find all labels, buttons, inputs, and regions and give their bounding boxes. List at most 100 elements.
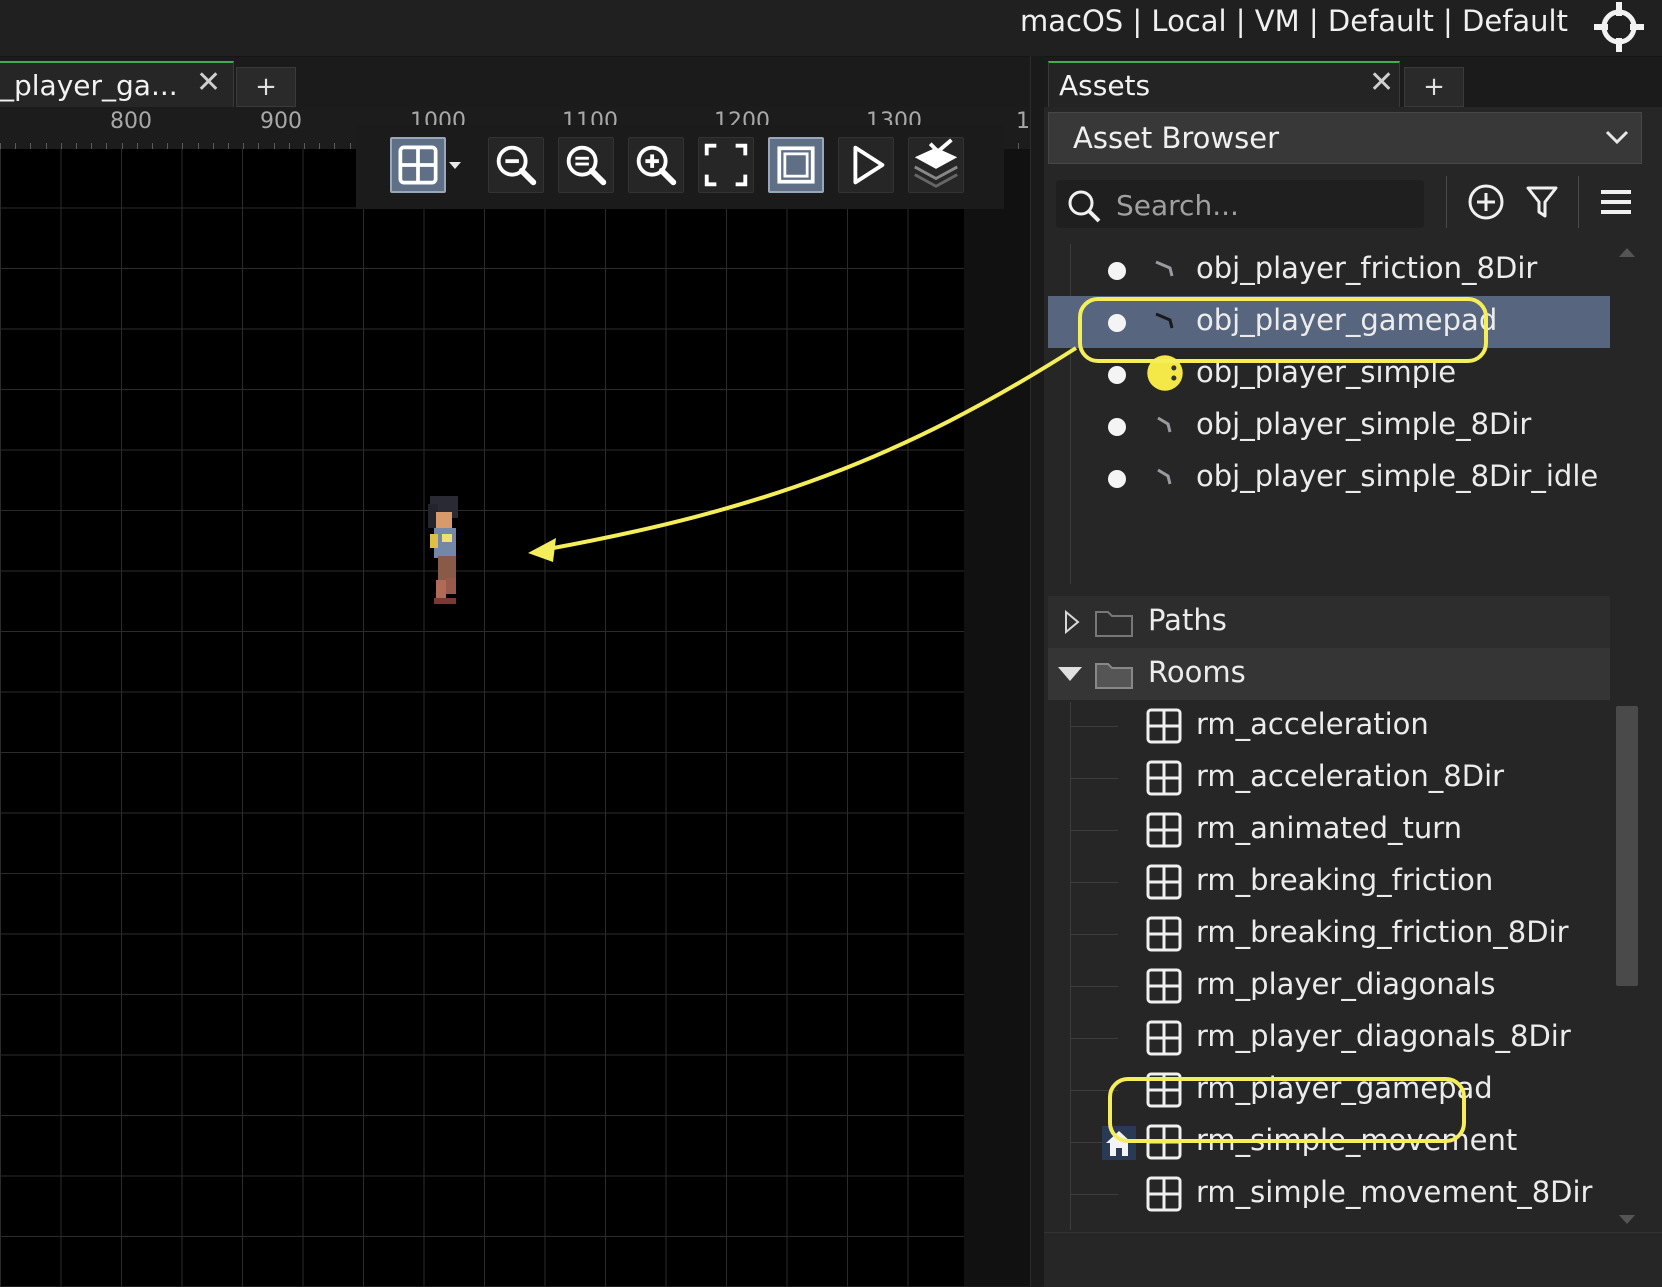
room-icon	[1146, 760, 1182, 796]
highlight-box	[1108, 1077, 1466, 1143]
fit-view-button[interactable]	[698, 137, 754, 193]
tree-item-label: rm_breaking_friction	[1196, 863, 1494, 897]
tree-folder-paths[interactable]: Paths	[1048, 596, 1610, 648]
tree-item-room[interactable]: rm_animated_turn	[1048, 804, 1610, 856]
tab-room-editor[interactable]: _player_ga... ✕	[0, 61, 234, 107]
sprite-thumbnail-icon	[1157, 416, 1172, 433]
tree-item-label: rm_player_diagonals_8Dir	[1196, 1019, 1571, 1053]
room-canvas[interactable]	[0, 149, 964, 1286]
folder-label: Rooms	[1148, 655, 1246, 689]
divider	[1578, 176, 1579, 228]
room-icon	[1146, 1020, 1182, 1056]
tree-guide	[1070, 1038, 1118, 1039]
sprite-thumbnail-icon	[1157, 468, 1172, 485]
ruler-label: 1	[1016, 109, 1030, 134]
panel-footer	[1044, 1232, 1662, 1287]
tree-item-label: rm_animated_turn	[1196, 811, 1463, 845]
tree-item-room[interactable]: rm_breaking_friction_8Dir	[1048, 908, 1610, 960]
zoom-out-icon	[496, 145, 537, 186]
ruler-label: 900	[260, 109, 302, 134]
zoom-in-icon	[636, 145, 677, 186]
folder-icon	[1095, 611, 1133, 637]
scroll-up-icon[interactable]	[1618, 246, 1636, 258]
asset-browser-title: Asset Browser	[1073, 121, 1280, 155]
frame-icon	[777, 146, 815, 184]
tree-item-room[interactable]: rm_breaking_friction	[1048, 856, 1610, 908]
room-icon	[1146, 916, 1182, 952]
top-bar: macOS | Local | VM | Default | Default	[0, 0, 1662, 57]
tree-guide	[1070, 986, 1118, 987]
visibility-dot	[1108, 366, 1126, 384]
room-icon	[1146, 968, 1182, 1004]
search-box[interactable]	[1056, 180, 1424, 228]
tree-guide	[1070, 882, 1118, 883]
divider	[1446, 176, 1447, 228]
tab-label: Assets	[1059, 69, 1151, 102]
room-icon	[1146, 708, 1182, 744]
tree-item-object[interactable]: obj_player_simple_8Dir_idle	[1048, 452, 1610, 504]
filter-icon	[1526, 186, 1558, 218]
grid-toggle-button[interactable]	[390, 137, 446, 193]
tab-label: _player_ga...	[0, 69, 178, 102]
tree-item-label: obj_player_simple_8Dir_idle	[1196, 459, 1599, 493]
target-config[interactable]: macOS | Local | VM | Default | Default	[1020, 4, 1568, 38]
highlight-box	[1078, 297, 1488, 363]
crosshair-icon[interactable]	[1594, 2, 1644, 52]
tree-folder-rooms[interactable]: Rooms	[1048, 648, 1610, 700]
play-button[interactable]	[838, 137, 894, 193]
tree-item-label: rm_acceleration	[1196, 707, 1429, 741]
search-icon	[1068, 190, 1101, 223]
tree-item-label: rm_player_diagonals	[1196, 967, 1496, 1001]
zoom-in-button[interactable]	[628, 137, 684, 193]
zoom-reset-button[interactable]	[558, 137, 614, 193]
tree-guide	[1070, 934, 1118, 935]
player-sprite[interactable]	[420, 494, 470, 614]
tree-item-room[interactable]: rm_player_diagonals_8Dir	[1048, 1012, 1610, 1064]
tree-item-object[interactable]: obj_player_simple_8Dir	[1048, 400, 1610, 452]
asset-browser-dropdown[interactable]: Asset Browser	[1048, 112, 1642, 164]
visibility-dot	[1108, 470, 1126, 488]
tree-item-label: rm_simple_movement_8Dir	[1196, 1175, 1593, 1209]
assets-tab-bar: Assets ✕ +	[1044, 57, 1662, 107]
scroll-down-icon[interactable]	[1618, 1214, 1636, 1226]
dropdown-arrow-icon[interactable]	[448, 157, 462, 171]
tree-item-label: obj_player_friction_8Dir	[1196, 251, 1538, 285]
view-frame-button[interactable]	[768, 137, 824, 193]
menu-button[interactable]	[1594, 180, 1638, 224]
tree-item-room[interactable]: rm_acceleration_8Dir	[1048, 752, 1610, 804]
layers-button[interactable]	[908, 137, 964, 193]
canvas-margin	[964, 149, 1030, 1286]
tree-item-label: obj_player_simple_8Dir	[1196, 407, 1532, 441]
tree-item-object[interactable]: obj_player_friction_8Dir	[1048, 244, 1610, 296]
tree-item-label: rm_acceleration_8Dir	[1196, 759, 1505, 793]
sprite-thumbnail-icon	[1155, 260, 1174, 277]
filter-button[interactable]	[1520, 180, 1564, 224]
add-asset-button[interactable]	[1464, 180, 1508, 224]
add-tab-button[interactable]: +	[236, 67, 296, 107]
tree-guide	[1070, 1194, 1118, 1195]
zoom-out-button[interactable]	[488, 137, 544, 193]
tab-assets[interactable]: Assets ✕	[1048, 61, 1400, 107]
fullscreen-icon	[704, 143, 748, 187]
grid-icon	[398, 145, 438, 185]
close-icon[interactable]: ✕	[1369, 65, 1394, 100]
room-toolbar	[356, 125, 1004, 209]
room-icon	[1146, 812, 1182, 848]
search-row	[1048, 170, 1642, 236]
visibility-dot	[1108, 418, 1126, 436]
scrollbar-thumb[interactable]	[1616, 706, 1638, 986]
panel-splitter[interactable]	[1030, 56, 1045, 1286]
folder-open-icon	[1095, 663, 1133, 689]
tree-item-room[interactable]: rm_simple_movement_8Dir	[1048, 1168, 1610, 1220]
close-icon[interactable]: ✕	[196, 65, 221, 100]
tree-item-room[interactable]: rm_player_diagonals	[1048, 960, 1610, 1012]
visibility-dot	[1108, 262, 1126, 280]
search-input[interactable]	[1114, 184, 1418, 226]
tree-item-room[interactable]: rm_acceleration	[1048, 700, 1610, 752]
chevron-down-icon	[1605, 130, 1629, 145]
layers-icon	[914, 138, 958, 188]
plus-circle-icon	[1468, 184, 1504, 220]
tree-guide	[1070, 778, 1118, 779]
add-tab-button[interactable]: +	[1404, 67, 1464, 107]
tree-guide	[1070, 830, 1118, 831]
